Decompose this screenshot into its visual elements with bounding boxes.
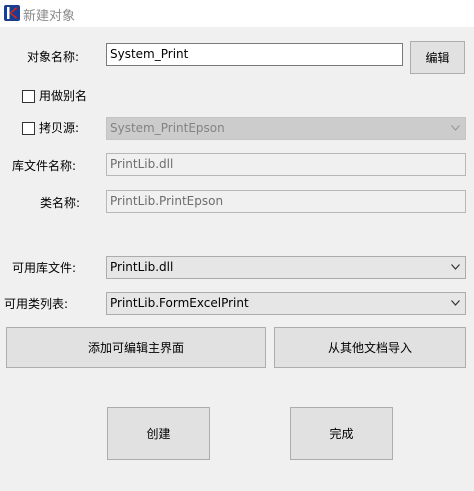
copy-source-select[interactable]: System_PrintEpson (106, 117, 466, 140)
copy-source-checkbox[interactable] (22, 122, 35, 135)
available-lib-select[interactable]: PrintLib.dll (106, 256, 466, 279)
available-class-select[interactable]: PrintLib.FormExcelPrint (106, 292, 466, 315)
class-name-field: PrintLib.PrintEpson (106, 190, 466, 213)
window-title: 新建对象 (23, 9, 76, 24)
available-lib-label: 可用库文件: (12, 261, 77, 275)
available-class-label: 可用类列表: (4, 297, 69, 311)
edit-button[interactable]: 编辑 (410, 41, 465, 74)
available-lib-value: PrintLib.dll (110, 260, 174, 274)
chevron-down-icon (451, 125, 460, 131)
title-bar: 新建对象 (0, 0, 474, 27)
lib-file-name-label: 库文件名称: (12, 159, 77, 173)
copy-source-label: 拷贝源: (39, 121, 80, 135)
chevron-down-icon (451, 264, 460, 270)
use-alias-label: 用做别名 (39, 89, 88, 103)
object-name-input[interactable]: System_Print (106, 43, 403, 66)
chevron-down-icon (451, 300, 460, 306)
create-button[interactable]: 创建 (107, 407, 210, 460)
import-from-doc-button[interactable]: 从其他文档导入 (274, 327, 466, 368)
class-name-label: 类名称: (40, 196, 81, 210)
finish-button[interactable]: 完成 (290, 407, 393, 460)
use-alias-checkbox[interactable] (22, 90, 35, 103)
add-editable-main-button[interactable]: 添加可编辑主界面 (6, 327, 266, 368)
app-logo-icon (4, 5, 20, 21)
copy-source-value: System_PrintEpson (110, 121, 225, 135)
object-name-label: 对象名称: (27, 50, 80, 64)
lib-file-name-field: PrintLib.dll (106, 153, 466, 176)
available-class-value: PrintLib.FormExcelPrint (110, 296, 249, 310)
